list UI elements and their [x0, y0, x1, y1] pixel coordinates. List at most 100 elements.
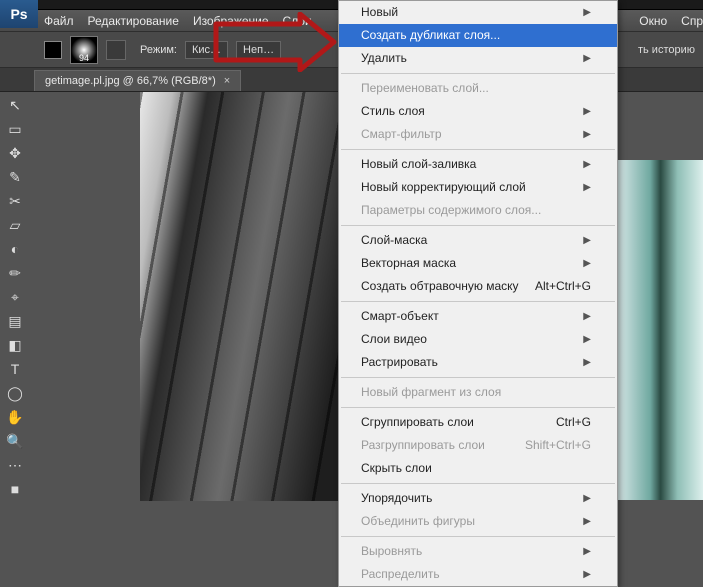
menu-item-label: Сгруппировать слои [361, 415, 474, 430]
menu-item-1[interactable]: Создать дубликат слоя... [339, 24, 617, 47]
menu-item-label: Новый [361, 5, 398, 20]
tool-8[interactable]: ⌖ [2, 286, 28, 308]
menu-item-label: Скрыть слои [361, 461, 432, 476]
menu-separator [341, 149, 615, 150]
opacity-select[interactable]: Неп… [236, 41, 281, 59]
menu-item-label: Новый слой-заливка [361, 157, 476, 172]
menu-item-shortcut: Ctrl+G [556, 415, 591, 430]
tool-11[interactable]: T [2, 358, 28, 380]
document-tab-title: getimage.pl.jpg @ 66,7% (RGB/8*) [45, 75, 216, 87]
menu-file[interactable]: Файл [44, 14, 74, 28]
menu-edit[interactable]: Редактирование [88, 14, 179, 28]
tool-15[interactable]: ⋯ [2, 454, 28, 476]
submenu-arrow-icon: ▶ [583, 51, 591, 66]
menu-item-shortcut: Shift+Ctrl+G [525, 438, 591, 453]
menu-item-22[interactable]: Сгруппировать слои Ctrl+G [339, 411, 617, 434]
menu-item-0[interactable]: Новый ▶ [339, 1, 617, 24]
tool-12[interactable]: ◯ [2, 382, 28, 404]
menu-item-13[interactable]: Векторная маска ▶ [339, 252, 617, 275]
menu-separator [341, 301, 615, 302]
menu-item-label: Переименовать слой... [361, 81, 489, 96]
brush-panel-icon[interactable] [106, 40, 126, 60]
submenu-arrow-icon: ▶ [583, 514, 591, 529]
menu-item-24[interactable]: Скрыть слои [339, 457, 617, 480]
menu-item-14[interactable]: Создать обтравочную маску Alt+Ctrl+G [339, 275, 617, 298]
submenu-arrow-icon: ▶ [583, 309, 591, 324]
menu-item-label: Векторная маска [361, 256, 456, 271]
tool-0[interactable]: ↖ [2, 94, 28, 116]
mode-select[interactable]: Кис… [185, 41, 228, 59]
tool-5[interactable]: ▱ [2, 214, 28, 236]
menu-item-8[interactable]: Новый слой-заливка ▶ [339, 153, 617, 176]
tool-4[interactable]: ✂ [2, 190, 28, 212]
menu-item-18[interactable]: Растрировать ▶ [339, 351, 617, 374]
menu-item-20: Новый фрагмент из слоя [339, 381, 617, 404]
menu-item-29: Выровнять ▶ [339, 540, 617, 563]
canvas-image-right [618, 160, 703, 500]
tool-10[interactable]: ◧ [2, 334, 28, 356]
submenu-arrow-icon: ▶ [583, 5, 591, 20]
submenu-arrow-icon: ▶ [583, 567, 591, 582]
menu-item-label: Создать дубликат слоя... [361, 28, 500, 43]
foreground-swatch[interactable] [44, 41, 62, 59]
submenu-arrow-icon: ▶ [583, 544, 591, 559]
menu-item-5[interactable]: Стиль слоя ▶ [339, 100, 617, 123]
menu-item-label: Объединить фигуры [361, 514, 475, 529]
menu-item-label: Растрировать [361, 355, 438, 370]
menu-image[interactable]: Изображение [193, 14, 269, 28]
menu-help[interactable]: Спр [681, 14, 703, 28]
menu-item-2[interactable]: Удалить ▶ [339, 47, 617, 70]
mode-label: Режим: [140, 44, 177, 56]
menu-item-label: Создать обтравочную маску [361, 279, 519, 294]
history-hint: ть историю [638, 44, 695, 56]
tool-7[interactable]: ✏ [2, 262, 28, 284]
menu-item-label: Выровнять [361, 544, 422, 559]
app-logo: Ps [0, 0, 38, 28]
submenu-arrow-icon: ▶ [583, 332, 591, 347]
menu-item-4: Переименовать слой... [339, 77, 617, 100]
menu-separator [341, 377, 615, 378]
submenu-arrow-icon: ▶ [583, 180, 591, 195]
menu-separator [341, 225, 615, 226]
submenu-arrow-icon: ▶ [583, 233, 591, 248]
menu-item-16[interactable]: Смарт-объект▶ [339, 305, 617, 328]
submenu-arrow-icon: ▶ [583, 355, 591, 370]
submenu-arrow-icon: ▶ [583, 104, 591, 119]
close-icon[interactable]: × [224, 75, 230, 87]
menu-item-12[interactable]: Слой-маска ▶ [339, 229, 617, 252]
brush-size-label: 94 [79, 53, 89, 63]
menu-item-26[interactable]: Упорядочить ▶ [339, 487, 617, 510]
menu-item-10: Параметры содержимого слоя... [339, 199, 617, 222]
tool-14[interactable]: 🔍 [2, 430, 28, 452]
menu-window[interactable]: Окно [639, 14, 667, 28]
menu-item-label: Упорядочить [361, 491, 432, 506]
tool-13[interactable]: ✋ [2, 406, 28, 428]
tool-3[interactable]: ✎ [2, 166, 28, 188]
submenu-arrow-icon: ▶ [583, 157, 591, 172]
submenu-arrow-icon: ▶ [583, 491, 591, 506]
menu-item-label: Распределить [361, 567, 440, 582]
menu-item-shortcut: Alt+Ctrl+G [535, 279, 591, 294]
menu-item-label: Слой-маска [361, 233, 427, 248]
tool-2[interactable]: ✥ [2, 142, 28, 164]
submenu-arrow-icon: ▶ [583, 256, 591, 271]
tool-6[interactable]: ◐ [2, 238, 28, 260]
canvas-image-left [140, 92, 340, 501]
layers-context-menu: Новый ▶ Создать дубликат слоя... Удалить ▶ Пе… [338, 0, 618, 587]
menu-item-label: Удалить [361, 51, 407, 66]
menu-item-9[interactable]: Новый корректирующий слой ▶ [339, 176, 617, 199]
menu-item-label: Стиль слоя [361, 104, 425, 119]
menu-item-label: Новый корректирующий слой [361, 180, 526, 195]
document-tab[interactable]: getimage.pl.jpg @ 66,7% (RGB/8*) × [34, 70, 241, 91]
menu-separator [341, 536, 615, 537]
tool-16[interactable]: ■ [2, 478, 28, 500]
tool-1[interactable]: ▭ [2, 118, 28, 140]
toolbox: ↖▭✥✎✂▱◐✏⌖▤◧T◯✋🔍⋯■ [2, 92, 32, 501]
menu-item-17[interactable]: Слои видео▶ [339, 328, 617, 351]
tool-9[interactable]: ▤ [2, 310, 28, 332]
brush-preview[interactable]: 94 [70, 36, 98, 64]
menu-item-27: Объединить фигуры ▶ [339, 510, 617, 533]
menu-item-label: Параметры содержимого слоя... [361, 203, 541, 218]
menu-item-label: Смарт-фильтр [361, 127, 442, 142]
menu-layers[interactable]: Слои [283, 14, 312, 28]
